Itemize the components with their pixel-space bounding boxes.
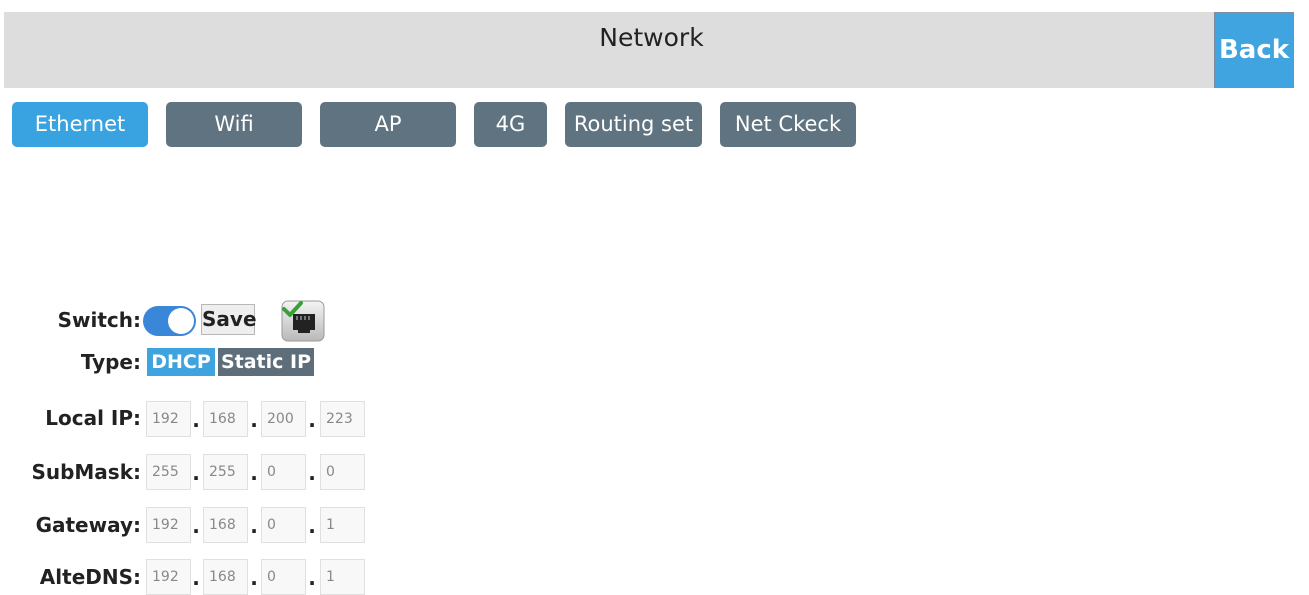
gateway-octet-1[interactable]: 192 — [146, 507, 191, 543]
altedns-octet-2[interactable]: 168 — [203, 559, 248, 595]
type-dhcp-button[interactable]: DHCP — [147, 348, 215, 376]
ip-dot: . — [250, 461, 258, 485]
ip-dot: . — [308, 461, 316, 485]
page-title: Network — [599, 23, 704, 52]
local-ip-octet-1[interactable]: 192 — [146, 401, 191, 437]
tab-ethernet[interactable]: Ethernet — [12, 102, 148, 147]
submask-octet-2[interactable]: 255 — [203, 454, 248, 490]
save-button[interactable]: Save — [201, 304, 257, 335]
network-connected-icon — [281, 300, 325, 342]
gateway-label: Gateway: — [35, 513, 141, 537]
tab-wifi[interactable]: Wifi — [166, 102, 302, 147]
ip-dot: . — [250, 514, 258, 538]
tab-net-check[interactable]: Net Ckeck — [720, 102, 856, 147]
tab-4g[interactable]: 4G — [474, 102, 547, 147]
tab-routing-set[interactable]: Routing set — [565, 102, 702, 147]
switch-label: Switch: — [57, 308, 141, 332]
ip-dot: . — [250, 408, 258, 432]
ip-dot: . — [192, 408, 200, 432]
ip-dot: . — [250, 566, 258, 590]
altedns-octet-4[interactable]: 1 — [320, 559, 365, 595]
local-ip-octet-3[interactable]: 200 — [261, 401, 306, 437]
submask-octet-1[interactable]: 255 — [146, 454, 191, 490]
submask-octet-3[interactable]: 0 — [261, 454, 306, 490]
ip-dot: . — [192, 514, 200, 538]
toggle-knob — [168, 308, 194, 334]
ip-dot: . — [192, 566, 200, 590]
submask-octet-4[interactable]: 0 — [320, 454, 365, 490]
gateway-octet-4[interactable]: 1 — [320, 507, 365, 543]
tab-ap[interactable]: AP — [320, 102, 456, 147]
gateway-octet-2[interactable]: 168 — [203, 507, 248, 543]
local-ip-label: Local IP: — [45, 406, 141, 430]
altedns-octet-3[interactable]: 0 — [261, 559, 306, 595]
type-static-ip-button[interactable]: Static IP — [218, 348, 314, 376]
altedns-octet-1[interactable]: 192 — [146, 559, 191, 595]
ip-dot: . — [308, 408, 316, 432]
ip-dot: . — [308, 566, 316, 590]
ip-dot: . — [308, 514, 316, 538]
ip-dot: . — [192, 461, 200, 485]
gateway-octet-3[interactable]: 0 — [261, 507, 306, 543]
local-ip-octet-2[interactable]: 168 — [203, 401, 248, 437]
local-ip-octet-4[interactable]: 223 — [320, 401, 365, 437]
submask-label: SubMask: — [31, 460, 141, 484]
back-button[interactable]: Back — [1214, 12, 1294, 88]
altedns-label: AlteDNS: — [39, 565, 141, 589]
ethernet-switch-toggle[interactable] — [143, 306, 196, 336]
type-label: Type: — [80, 350, 141, 374]
